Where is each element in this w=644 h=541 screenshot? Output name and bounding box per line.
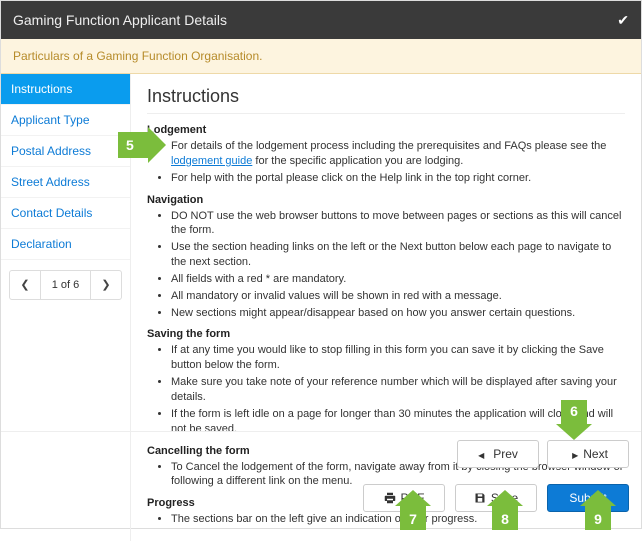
page-title: Instructions (147, 86, 625, 114)
list-item: For help with the portal please click on… (171, 171, 625, 186)
callout-7: 7 (395, 490, 431, 530)
footer-action-row: PDF Save Submit (1, 476, 641, 528)
pager-next-button[interactable]: ❯ (91, 271, 121, 299)
caret-left-icon (478, 447, 488, 461)
print-icon (384, 492, 396, 504)
footer-nav-row: Prev Next (1, 431, 641, 476)
sidebar-item-instructions[interactable]: Instructions (1, 74, 130, 105)
save-icon (474, 492, 486, 504)
section-heading-lodgement: Lodgement (147, 124, 625, 136)
next-button[interactable]: Next (547, 440, 629, 468)
list-item: All mandatory or invalid values will be … (171, 289, 625, 304)
page-header-title: Gaming Function Applicant Details (13, 12, 227, 28)
sidebar-item-applicant-type[interactable]: Applicant Type (1, 105, 130, 136)
callout-9: 9 (580, 490, 616, 530)
sidebar-item-contact-details[interactable]: Contact Details (1, 198, 130, 229)
title-bar: Gaming Function Applicant Details ✔ (1, 1, 641, 39)
callout-8: 8 (487, 490, 523, 530)
list-item: If at any time you would like to stop fi… (171, 343, 625, 373)
section-heading-navigation: Navigation (147, 194, 625, 206)
sidebar-pager: ❮ 1 of 6 ❯ (9, 270, 122, 300)
sidebar-item-declaration[interactable]: Declaration (1, 229, 130, 260)
sidebar-item-street-address[interactable]: Street Address (1, 167, 130, 198)
list-item: DO NOT use the web browser buttons to mo… (171, 209, 625, 239)
notice-banner: Particulars of a Gaming Function Organis… (1, 39, 641, 74)
callout-6: 6 (556, 400, 592, 440)
list-item: All fields with a red * are mandatory. (171, 272, 625, 287)
pager-count: 1 of 6 (40, 271, 91, 299)
sidebar-item-postal-address[interactable]: Postal Address (1, 136, 130, 167)
section-heading-saving: Saving the form (147, 328, 625, 340)
lodgement-guide-link[interactable]: lodgement guide (171, 155, 252, 167)
caret-right-icon (568, 447, 578, 461)
list-item: New sections might appear/disappear base… (171, 306, 625, 321)
list-item: For details of the lodgement process inc… (171, 139, 625, 169)
callout-5: 5 (118, 127, 166, 163)
pager-prev-button[interactable]: ❮ (10, 271, 40, 299)
prev-button[interactable]: Prev (457, 440, 539, 468)
list-item: Use the section heading links on the lef… (171, 240, 625, 270)
check-icon: ✔ (617, 12, 629, 29)
